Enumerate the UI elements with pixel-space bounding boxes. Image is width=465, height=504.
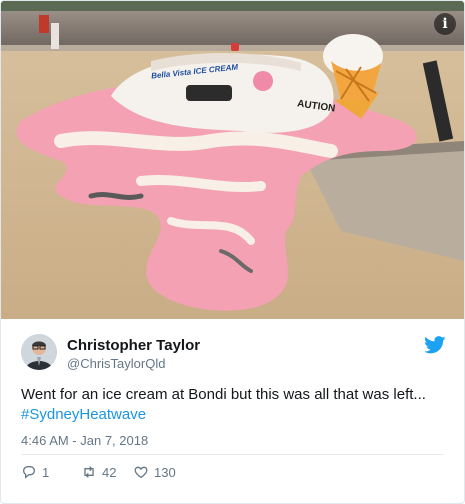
twitter-bird-icon[interactable] <box>424 336 446 354</box>
retweet-count: 42 <box>102 464 117 480</box>
melted-ice-cream-truck-image <box>1 1 464 319</box>
tweet-body: Went for an ice cream at Bondi but this … <box>21 386 426 403</box>
heart-icon <box>134 466 148 479</box>
author-handle[interactable]: @ChrisTaylorQld <box>67 356 165 371</box>
retweet-icon <box>84 466 94 478</box>
reply-button[interactable]: 1 <box>21 462 49 482</box>
tweet-text: Went for an ice cream at Bondi but this … <box>21 385 446 425</box>
tweet-author[interactable]: Christopher Taylor @ChrisTaylorQld <box>21 334 446 374</box>
embedded-tweet-card: Bella Vista ICE CREAM AUTION i Christoph… <box>0 0 465 504</box>
info-icon[interactable]: i <box>434 13 456 35</box>
tweet-timestamp[interactable]: 4:46 AM - Jan 7, 2018 <box>21 433 148 448</box>
avatar[interactable] <box>21 334 57 370</box>
avatar-image <box>21 334 57 370</box>
like-button[interactable]: 130 <box>133 462 176 482</box>
hashtag-link[interactable]: #SydneyHeatwave <box>21 406 146 423</box>
reply-icon <box>22 466 36 479</box>
divider <box>21 454 444 455</box>
reply-count: 1 <box>42 464 50 480</box>
retweet-button[interactable]: 42 <box>81 462 116 482</box>
tweet-photo[interactable]: Bella Vista ICE CREAM AUTION i <box>1 1 464 319</box>
like-count: 130 <box>154 464 176 480</box>
author-name[interactable]: Christopher Taylor <box>67 337 200 354</box>
